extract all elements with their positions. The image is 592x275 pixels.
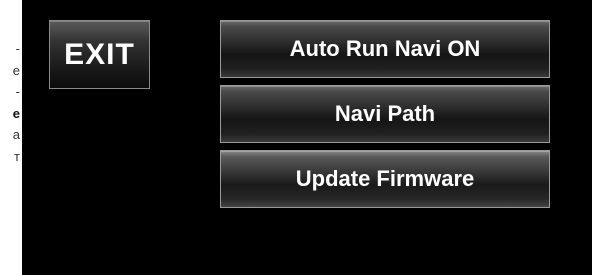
navi-path-button[interactable]: Navi Path xyxy=(220,85,550,143)
exit-button-label: EXIT xyxy=(64,37,135,71)
auto-run-navi-label: Auto Run Navi ON xyxy=(289,36,481,61)
auto-run-navi-button[interactable]: Auto Run Navi ON xyxy=(220,20,550,78)
device-screen: EXIT Auto Run Navi ON Navi Path Update F… xyxy=(22,0,592,275)
side-text-line: e xyxy=(12,62,20,78)
page: - e - e a т EXIT Auto Run Navi ON Navi P… xyxy=(0,0,592,275)
navi-path-label: Navi Path xyxy=(334,101,436,126)
side-text-line: т xyxy=(14,148,20,164)
side-text-fragment: - e - e a т xyxy=(0,38,20,167)
side-text-line: - xyxy=(15,41,20,56)
exit-button[interactable]: EXIT xyxy=(49,20,150,89)
side-text-line: - xyxy=(15,84,20,99)
side-text-line: a xyxy=(12,127,20,142)
update-firmware-label: Update Firmware xyxy=(295,166,475,191)
side-text-line: e xyxy=(12,105,20,121)
update-firmware-button[interactable]: Update Firmware xyxy=(220,150,550,208)
